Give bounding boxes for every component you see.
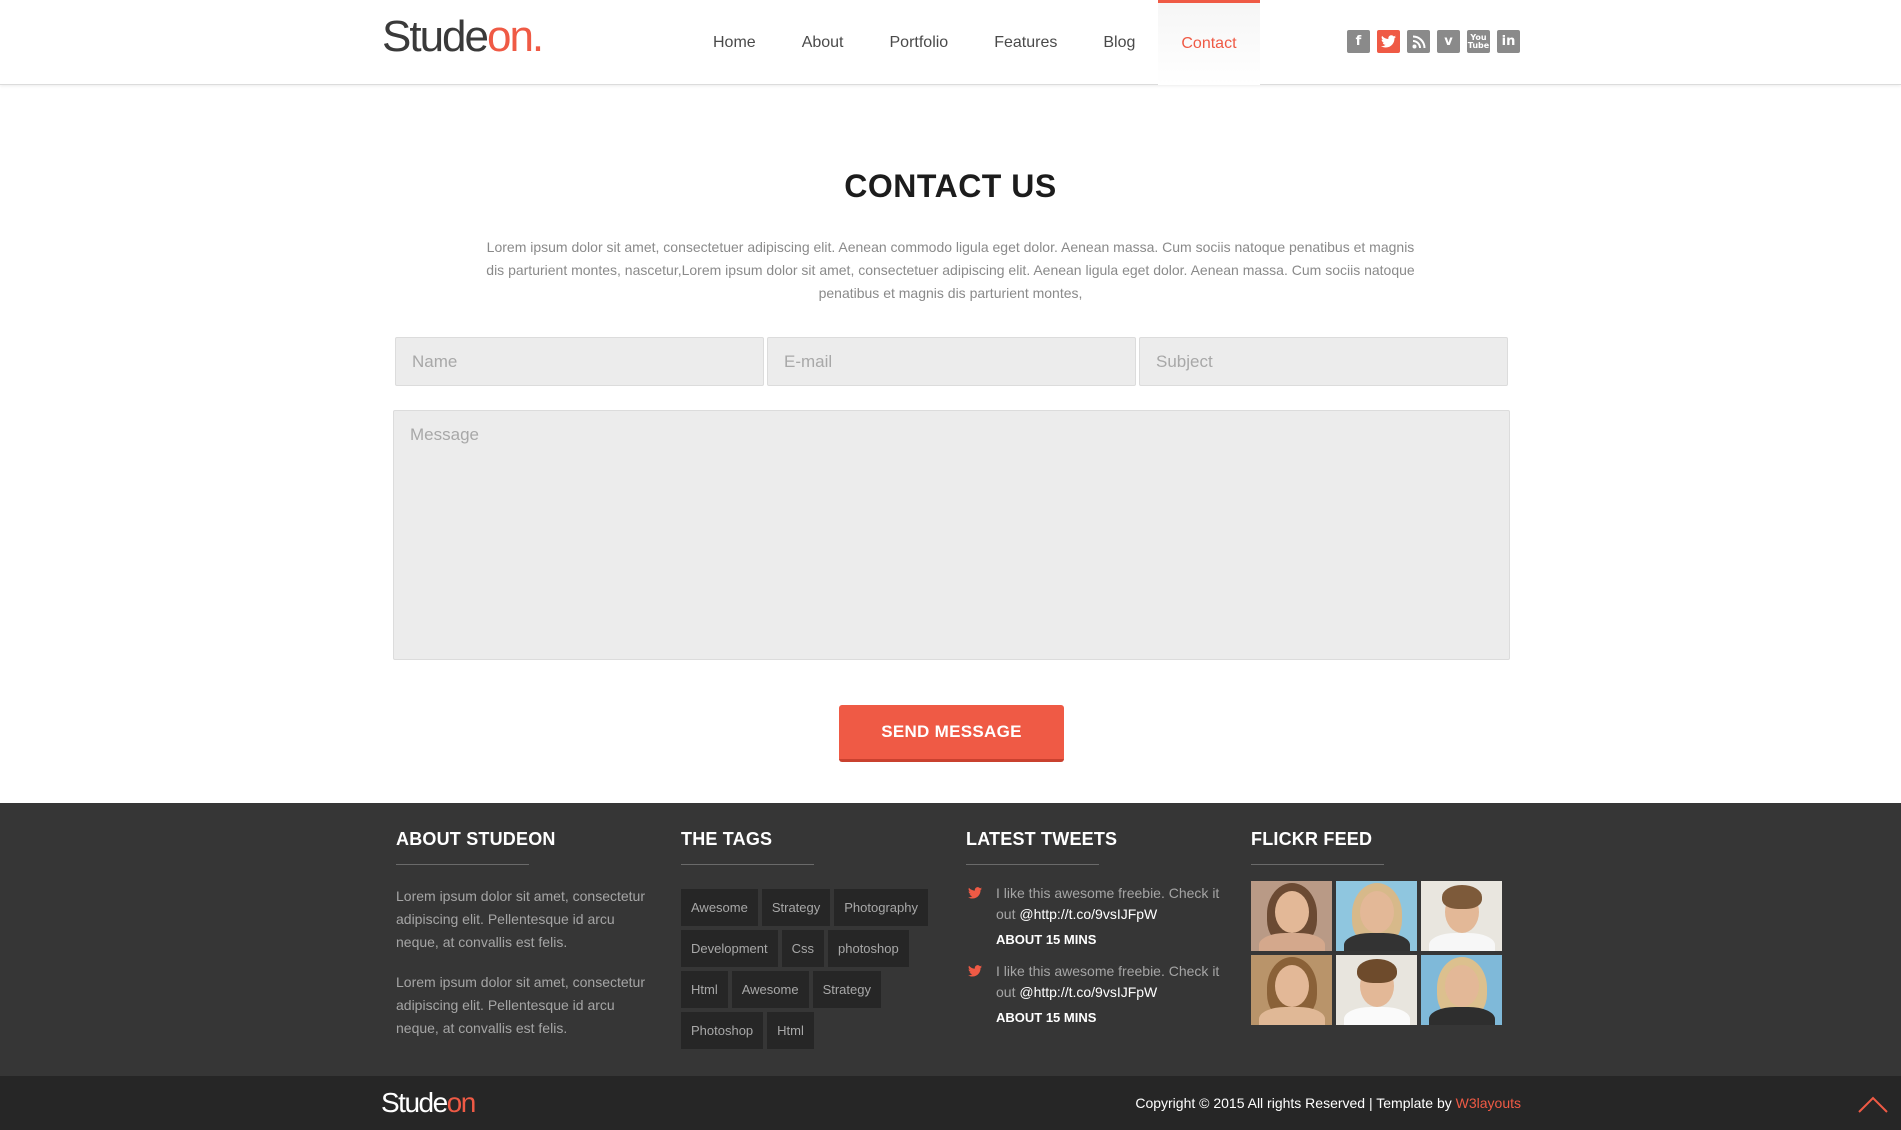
tag-link[interactable]: Photoshop	[681, 1012, 764, 1049]
send-message-button[interactable]: SEND MESSAGE	[839, 705, 1064, 762]
footer-bottom-bar: Studeon Copyright © 2015 All rights Rese…	[0, 1076, 1901, 1130]
about-heading: ABOUT STUDEON	[396, 829, 556, 849]
flickr-photo[interactable]	[1336, 881, 1417, 951]
tag-link[interactable]: Development	[681, 930, 778, 967]
footer-logo[interactable]: Studeon	[381, 1087, 477, 1119]
nav-contact[interactable]: Contact	[1158, 0, 1260, 85]
tag-link[interactable]: Html	[681, 971, 728, 1008]
vimeo-icon[interactable]: v	[1437, 30, 1460, 53]
linkedin-icon[interactable]: in	[1497, 30, 1520, 53]
tag-link[interactable]: Css	[781, 930, 824, 967]
flickr-photo[interactable]	[1251, 881, 1332, 951]
credit-link[interactable]: W3layouts	[1456, 1095, 1521, 1111]
subject-input[interactable]	[1139, 337, 1508, 386]
scroll-to-top-icon[interactable]	[1857, 1094, 1889, 1114]
contact-description: Lorem ipsum dolor sit amet, consectetuer…	[486, 239, 1415, 301]
heading-divider	[681, 864, 814, 865]
nav-about[interactable]: About	[779, 0, 867, 85]
tweets-heading: LATEST TWEETS	[966, 829, 1118, 849]
nav-blog[interactable]: Blog	[1080, 0, 1158, 85]
nav-portfolio[interactable]: Portfolio	[867, 0, 972, 85]
tag-link[interactable]: Photography	[834, 889, 928, 926]
tweet-time: ABOUT 15 MINS	[996, 932, 1097, 947]
tweet-time: ABOUT 15 MINS	[996, 1010, 1097, 1025]
flickr-photo[interactable]	[1421, 881, 1502, 951]
tweet-item: I like this awesome freebie. Check it ou…	[966, 961, 1226, 1025]
footer-about: ABOUT STUDEON Lorem ipsum dolor sit amet…	[396, 829, 656, 1040]
tweet-link[interactable]: @http://t.co/9vsIJFpW	[1019, 984, 1157, 1000]
nav-features[interactable]: Features	[971, 0, 1080, 85]
flickr-heading: FLICKR FEED	[1251, 829, 1373, 849]
site-footer: ABOUT STUDEON Lorem ipsum dolor sit amet…	[0, 803, 1901, 1076]
flickr-photo[interactable]	[1336, 955, 1417, 1025]
tag-link[interactable]: Awesome	[731, 971, 809, 1008]
youtube-icon[interactable]: You Tube	[1467, 30, 1490, 53]
tag-link[interactable]: photoshop	[828, 930, 909, 967]
footer-tags: THE TAGS Awesome Strategy Photography De…	[681, 829, 941, 1049]
name-input[interactable]	[395, 337, 764, 386]
facebook-icon[interactable]: f	[1347, 30, 1370, 53]
main-nav: Home About Portfolio Features Blog Conta…	[690, 0, 1260, 85]
tweet-item: I like this awesome freebie. Check it ou…	[966, 883, 1226, 947]
tags-heading: THE TAGS	[681, 829, 773, 849]
rss-icon[interactable]	[1407, 30, 1430, 53]
logo-main-text: Stude	[382, 12, 489, 61]
footer-logo-main: Stude	[381, 1087, 448, 1118]
copyright-text: Copyright © 2015 All rights Reserved | T…	[1135, 1095, 1521, 1111]
about-paragraph: Lorem ipsum dolor sit amet, consectetur …	[396, 974, 645, 1036]
tweet-text: I like this awesome freebie. Check it ou…	[996, 883, 1226, 925]
site-logo[interactable]: Studeon.	[382, 12, 544, 62]
flickr-photo[interactable]	[1251, 955, 1332, 1025]
flickr-photo[interactable]	[1421, 955, 1502, 1025]
footer-tweets: LATEST TWEETS I like this awesome freebi…	[966, 829, 1226, 1025]
footer-logo-accent: on	[446, 1087, 477, 1118]
tag-link[interactable]: Strategy	[812, 971, 881, 1008]
tag-link[interactable]: Html	[767, 1012, 814, 1049]
tweet-text: I like this awesome freebie. Check it ou…	[996, 961, 1226, 1003]
social-icons: f v You Tube in	[1347, 30, 1520, 53]
heading-divider	[966, 864, 1099, 865]
twitter-icon[interactable]	[1377, 30, 1400, 53]
copyright-body: Copyright © 2015 All rights Reserved | T…	[1135, 1095, 1456, 1111]
tag-link[interactable]: Strategy	[761, 889, 831, 926]
message-textarea[interactable]	[393, 410, 1510, 660]
tag-cloud: Awesome Strategy Photography Development…	[681, 889, 941, 1049]
twitter-bird-icon	[968, 965, 982, 980]
heading-divider	[1251, 864, 1384, 865]
tag-link[interactable]: Awesome	[681, 889, 758, 926]
logo-accent-text: on.	[486, 12, 544, 61]
heading-divider	[396, 864, 529, 865]
site-header: Studeon. Home About Portfolio Features B…	[0, 0, 1901, 85]
email-input[interactable]	[767, 337, 1136, 386]
flickr-grid	[1251, 881, 1511, 1025]
about-paragraph: Lorem ipsum dolor sit amet, consectetur …	[396, 888, 645, 950]
page-title: CONTACT US	[844, 168, 1057, 204]
tweet-link[interactable]: @http://t.co/9vsIJFpW	[1019, 906, 1157, 922]
footer-flickr: FLICKR FEED	[1251, 829, 1511, 1025]
twitter-bird-icon	[968, 887, 982, 902]
nav-home[interactable]: Home	[690, 0, 779, 85]
